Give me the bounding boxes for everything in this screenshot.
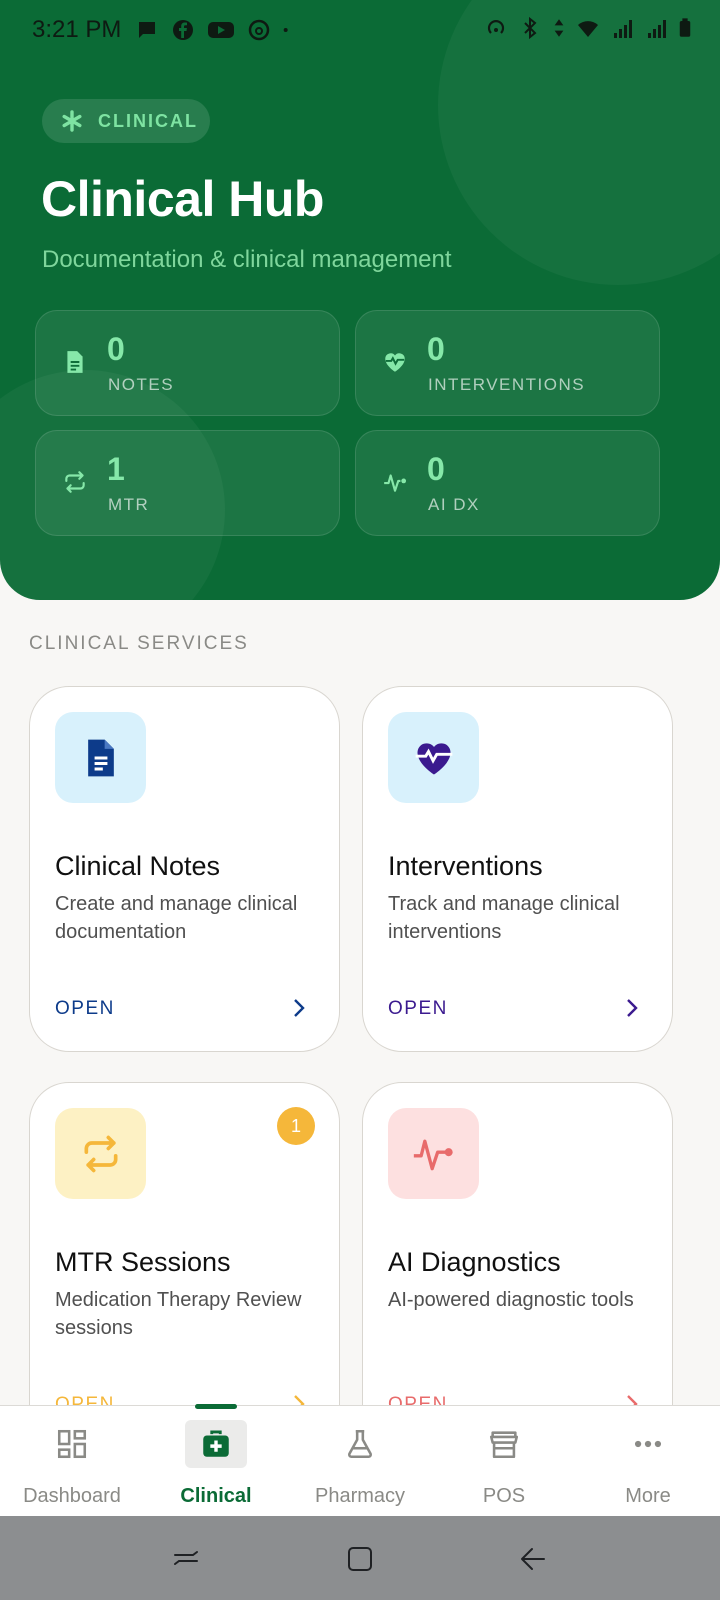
threads-icon — [249, 19, 270, 41]
page-subtitle: Documentation & clinical management — [42, 246, 452, 273]
system-navigation-bar — [0, 1516, 720, 1600]
service-card-mtr-sessions[interactable]: 1 MTR Sessions Medication Therapy Review… — [29, 1082, 340, 1448]
nav-label: More — [625, 1485, 671, 1507]
activity-icon — [413, 1139, 453, 1170]
back-icon[interactable] — [516, 1543, 548, 1575]
nav-item-dashboard[interactable]: Dashboard — [0, 1406, 144, 1517]
store-icon — [489, 1431, 519, 1459]
service-card-ai-diagnostics[interactable]: AI Diagnostics AI-powered diagnostic too… — [362, 1082, 673, 1448]
signal-4g-icon — [614, 20, 632, 38]
bottom-navigation: Dashboard Clinical Pharmacy POS More — [0, 1404, 720, 1517]
nav-item-pos[interactable]: POS — [432, 1406, 576, 1517]
nav-label: Dashboard — [23, 1485, 121, 1507]
nav-item-clinical[interactable]: Clinical — [144, 1406, 288, 1517]
service-title: Interventions — [388, 851, 543, 881]
flask-icon — [347, 1429, 373, 1459]
chevron-right-icon[interactable] — [620, 996, 644, 1020]
service-icon-box — [55, 1108, 146, 1199]
stat-label: AI DX — [428, 495, 480, 514]
more-dot-icon — [284, 28, 289, 32]
stat-value: 0 — [427, 331, 445, 367]
recents-icon[interactable] — [170, 1543, 202, 1575]
data-transfer-icon — [554, 19, 564, 37]
heart-pulse-icon — [385, 353, 405, 372]
activity-icon — [384, 474, 407, 492]
stat-card-mtr[interactable]: 1 MTR — [35, 430, 340, 536]
repeat-icon — [84, 1135, 117, 1172]
stat-card-notes[interactable]: 0 NOTES — [35, 310, 340, 416]
open-link[interactable]: OPEN — [55, 998, 115, 1020]
stat-label: MTR — [108, 495, 150, 514]
service-title: MTR Sessions — [55, 1247, 231, 1277]
nav-label: Pharmacy — [314, 1485, 406, 1507]
service-icon-box — [55, 712, 146, 803]
page-title: Clinical Hub — [41, 171, 324, 227]
repeat-icon — [65, 471, 85, 493]
badge-label: CLINICAL — [98, 110, 198, 131]
heart-pulse-icon — [415, 742, 452, 774]
nav-item-more[interactable]: More — [576, 1406, 720, 1517]
section-badge: CLINICAL — [42, 99, 210, 143]
stat-label: INTERVENTIONS — [428, 375, 586, 394]
section-title: CLINICAL SERVICES — [29, 633, 249, 654]
document-icon — [67, 351, 83, 373]
stat-card-ai-dx[interactable]: 0 AI DX — [355, 430, 660, 536]
stat-card-interventions[interactable]: 0 INTERVENTIONS — [355, 310, 660, 416]
count-badge: 1 — [277, 1107, 315, 1145]
chat-bubble-icon — [139, 22, 156, 38]
service-title: AI Diagnostics — [388, 1247, 561, 1277]
service-card-clinical-notes[interactable]: Clinical Notes Create and manage clinica… — [29, 686, 340, 1052]
nav-label: POS — [482, 1485, 526, 1507]
clinical-hub-header: 3:21 PM CLINICAL Clinical Hub Documentat… — [0, 0, 720, 600]
wifi-icon — [578, 21, 598, 37]
stat-label: NOTES — [108, 375, 175, 394]
status-time: 3:21 PM — [32, 16, 122, 43]
service-icon-box — [388, 1108, 479, 1199]
chevron-right-icon[interactable] — [287, 996, 311, 1020]
hotspot-icon — [487, 20, 505, 34]
medical-bag-icon — [203, 1430, 229, 1457]
more-horizontal-icon — [634, 1440, 662, 1448]
facebook-icon — [173, 20, 194, 40]
asterisk-icon — [62, 110, 82, 132]
service-title: Clinical Notes — [55, 851, 221, 881]
document-icon — [87, 739, 114, 776]
home-icon[interactable] — [344, 1543, 376, 1575]
service-card-interventions[interactable]: Interventions Track and manage clinical … — [362, 686, 673, 1052]
service-icon-box — [388, 712, 479, 803]
stat-value: 0 — [427, 451, 445, 487]
service-description: Medication Therapy Review sessions — [55, 1289, 302, 1339]
service-description: Create and manage clinical documentation — [55, 893, 298, 943]
battery-icon — [679, 18, 691, 37]
signal-3g-icon — [648, 20, 666, 38]
nav-label: Clinical — [180, 1485, 252, 1507]
dashboard-icon — [57, 1429, 87, 1459]
stat-value: 0 — [107, 331, 125, 367]
open-link[interactable]: OPEN — [388, 998, 448, 1020]
nav-item-pharmacy[interactable]: Pharmacy — [288, 1406, 432, 1517]
service-description: AI-powered diagnostic tools — [388, 1289, 634, 1311]
status-bar: 3:21 PM — [0, 0, 720, 60]
service-description: Track and manage clinical interventions — [388, 893, 620, 943]
bluetooth-icon — [524, 16, 537, 40]
stat-value: 1 — [107, 451, 125, 487]
youtube-icon — [208, 22, 235, 38]
